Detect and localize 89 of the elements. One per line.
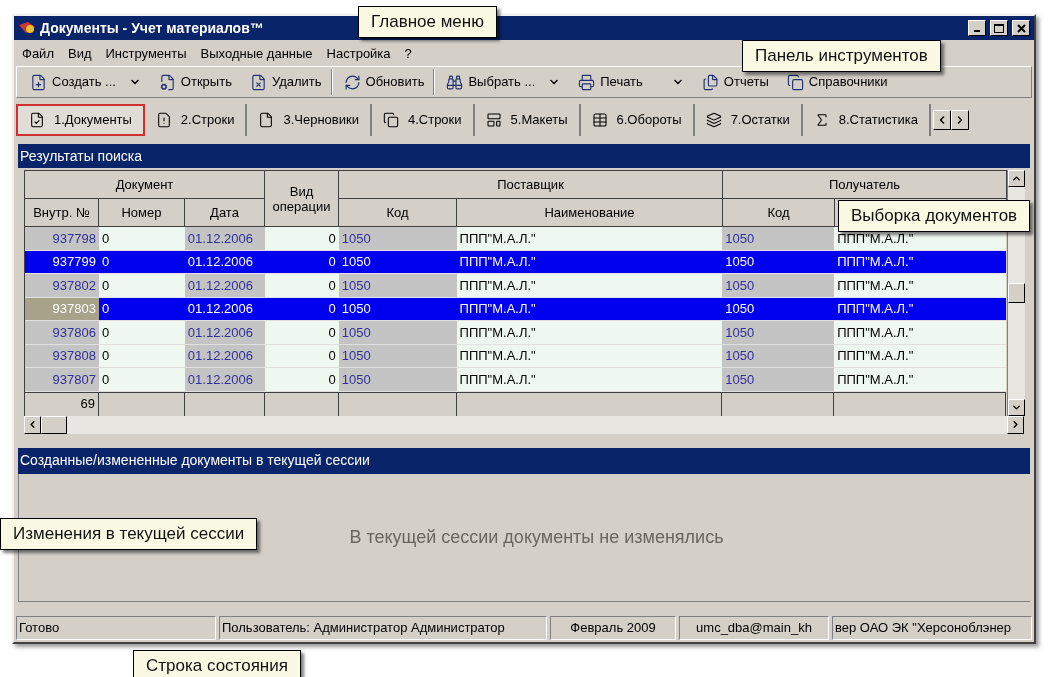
table-cell: 1050 (338, 321, 457, 344)
callout-tooltip: Главное меню (358, 6, 497, 38)
table-row[interactable]: 937808 0 01.12.2006 0 1050 ППП"М.А.Л." 1050 ППП"М.А.Л." (25, 344, 1006, 368)
toolbar-button[interactable]: Выбрать ... (437, 69, 570, 95)
toolbar-button[interactable]: Отчеты (692, 69, 778, 95)
table-cell: 1050 (338, 368, 457, 391)
menu-item[interactable]: Инструменты (105, 44, 187, 64)
table-cell: 01.12.2006 (184, 321, 265, 344)
table-cell: 0 (264, 274, 339, 297)
table-cell: 1050 (722, 250, 835, 273)
table-row[interactable]: 937806 0 01.12.2006 0 1050 ППП"М.А.Л." 1050 ППП"М.А.Л." (25, 321, 1006, 345)
table-cell: 0 (264, 321, 339, 344)
table-row[interactable]: 937807 0 01.12.2006 0 1050 ППП"М.А.Л." 1050 ППП"М.А.Л." (25, 368, 1006, 392)
callout-tooltip: Выборка документов (838, 200, 1031, 232)
table-cell: 937798 (25, 227, 99, 250)
callout-tooltip: Панель инструментов (742, 40, 941, 72)
table-row[interactable]: 937799 0 01.12.2006 0 1050 ППП"М.А.Л." 1050 ППП"М.А.Л." (25, 250, 1006, 274)
table-cell: ППП"М.А.Л." (834, 297, 1006, 320)
column-group-header: Получатель (723, 171, 1007, 199)
table-cell: 0 (98, 227, 185, 250)
column-group-header: Вид операции (265, 171, 339, 227)
column-header[interactable]: Внутр. № (25, 199, 99, 227)
callout-tooltip: Изменения в текущей сессии (0, 518, 258, 550)
toolbar-button[interactable]: Открыть (149, 69, 241, 95)
table-cell: 0 (98, 321, 185, 344)
table-cell: 01.12.2006 (184, 227, 265, 250)
table-cell: ППП"М.А.Л." (834, 344, 1006, 367)
toolbar-button[interactable]: Справочники (777, 69, 897, 95)
callout-tooltip: Строка состояния (133, 650, 301, 677)
table-cell: ППП"М.А.Л." (834, 368, 1006, 391)
table-cell: 1050 (338, 227, 457, 250)
table-cell: 01.12.2006 (184, 274, 265, 297)
table-cell: 937808 (25, 344, 99, 367)
table-cell: ППП"М.А.Л." (456, 321, 723, 344)
status-field: umc_dba@main_kh (679, 616, 829, 640)
menu-item[interactable]: Вид (67, 44, 92, 64)
table-cell: 937806 (25, 321, 99, 344)
panel-header: Созданные/измененные документы в текущей сессии (18, 447, 1030, 474)
table-cell: 1050 (722, 368, 835, 391)
table-cell: ППП"М.А.Л." (456, 274, 723, 297)
table-cell: 0 (264, 368, 339, 391)
table-cell: 937799 (25, 250, 99, 273)
toolbar-button[interactable]: Удалить (240, 69, 332, 95)
window-title: Документы - Учет материалов™ (40, 18, 264, 38)
table-row[interactable]: 937803 0 01.12.2006 0 1050 ППП"М.А.Л." 1050 ППП"М.А.Л." (25, 297, 1006, 321)
panel-header: Результаты поиска (18, 144, 1030, 168)
column-header[interactable]: Наименование (457, 199, 723, 227)
table-cell: ППП"М.А.Л." (456, 297, 723, 320)
status-field: Готово (16, 616, 216, 640)
toolbar-button[interactable]: Создать ... (21, 69, 150, 95)
menu-item[interactable]: Выходные данные (200, 44, 313, 64)
table-cell: 0 (264, 227, 339, 250)
table-cell: 1050 (722, 297, 835, 320)
table-cell: 1050 (722, 344, 835, 367)
table-cell: 0 (98, 368, 185, 391)
table-row[interactable]: 937798 0 01.12.2006 0 1050 ППП"М.А.Л." 1050 ППП"М.А.Л." (25, 227, 1006, 251)
table-cell: 1050 (722, 274, 835, 297)
table-cell: 0 (98, 274, 185, 297)
status-field: вер ОАО ЭК "Херсоноблэнер (832, 616, 1032, 640)
toolbar-button[interactable]: Печать (569, 69, 693, 95)
table-cell: ППП"М.А.Л." (834, 250, 1006, 273)
column-header[interactable]: Номер (99, 199, 185, 227)
menu-item[interactable]: Настройка (326, 44, 391, 64)
table-row[interactable]: 937802 0 01.12.2006 0 1050 ППП"М.А.Л." 1050 ППП"М.А.Л." (25, 274, 1006, 298)
column-header[interactable]: Дата (185, 199, 265, 227)
table-cell: 1050 (722, 321, 835, 344)
table-cell: 01.12.2006 (184, 368, 265, 391)
table-cell: ППП"М.А.Л." (834, 274, 1006, 297)
menu-item[interactable]: ? (404, 44, 412, 64)
column-group-header: Документ (25, 171, 265, 199)
table-cell: 937802 (25, 274, 99, 297)
empty-message: В текущей сессии документы не изменялись (349, 525, 724, 549)
table-cell: ППП"М.А.Л." (456, 368, 723, 391)
table-cell: ППП"М.А.Л." (456, 344, 723, 367)
menu-item[interactable]: Файл (22, 44, 54, 64)
table-cell: 1050 (722, 227, 835, 250)
table-cell: 1050 (338, 274, 457, 297)
column-header[interactable]: Код (723, 199, 835, 227)
table-cell: ППП"М.А.Л." (834, 321, 1006, 344)
toolbar-button[interactable]: Обновить (334, 69, 435, 95)
table-cell: ППП"М.А.Л." (456, 227, 723, 250)
table-cell: 937803 (25, 297, 99, 320)
status-field: Пользователь: Администратор Администратор (219, 616, 547, 640)
status-field: Февраль 2009 (550, 616, 676, 640)
tab[interactable]: 1.Документы (16, 104, 145, 136)
table-cell: ППП"М.А.Л." (456, 250, 723, 273)
column-group-header: Поставщик (339, 171, 723, 199)
column-header[interactable]: Код (339, 199, 457, 227)
table-cell: 937807 (25, 368, 99, 391)
